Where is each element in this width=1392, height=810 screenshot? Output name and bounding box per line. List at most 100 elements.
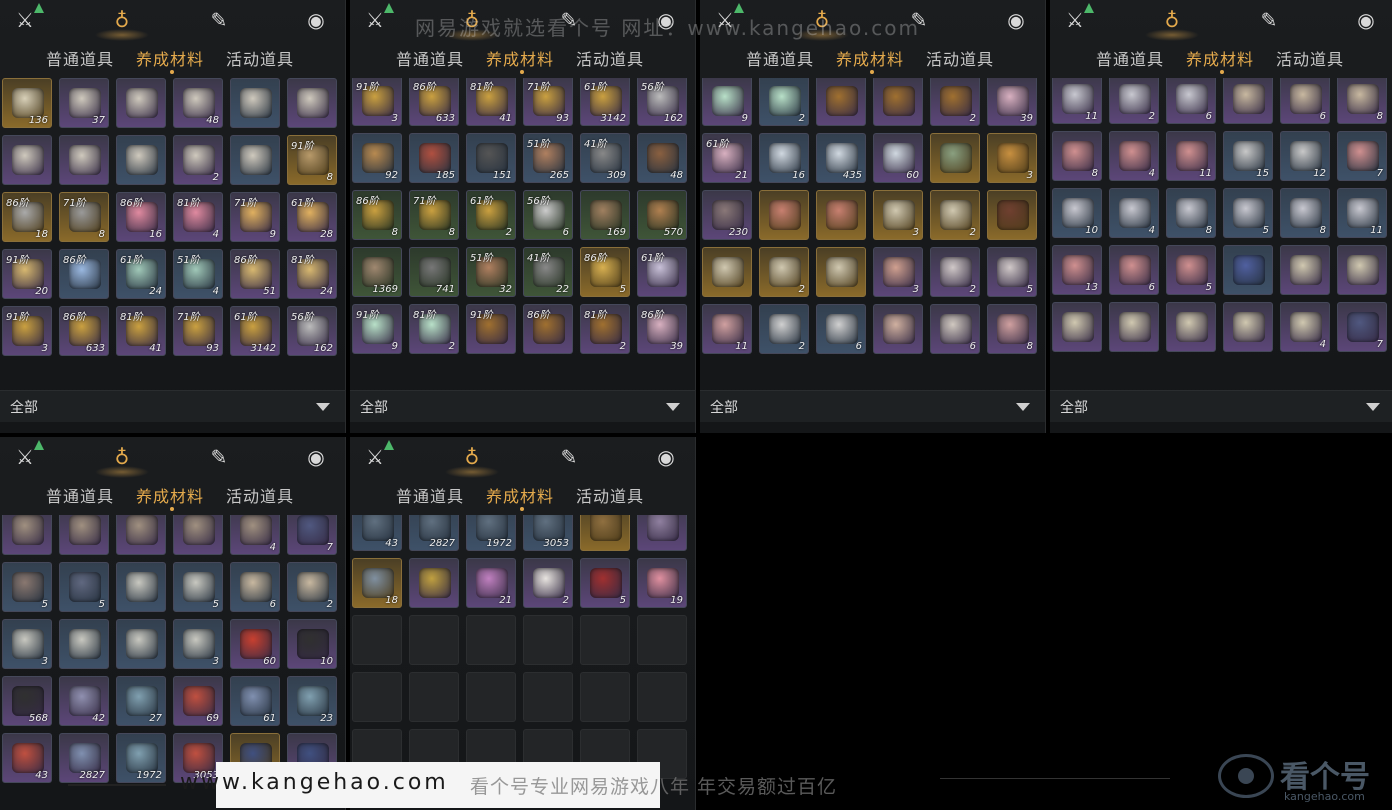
crossed-swords-icon[interactable]: ⚔ xyxy=(12,440,44,470)
item-slot[interactable] xyxy=(523,672,573,722)
tab-1[interactable]: 养成材料 xyxy=(836,46,904,74)
item-slot[interactable] xyxy=(287,78,337,128)
item-slot[interactable]: 60 xyxy=(230,619,280,669)
item-slot[interactable]: 2827 xyxy=(59,733,109,783)
item-slot[interactable]: 2 xyxy=(1109,78,1159,124)
item-slot[interactable]: 86阶 16 xyxy=(116,192,166,242)
item-slot[interactable] xyxy=(59,619,109,669)
pouch-icon[interactable]: ♁ xyxy=(795,7,849,41)
scroll-icon[interactable]: ✎ xyxy=(206,7,232,33)
item-slot[interactable]: 169 xyxy=(580,190,630,240)
item-slot[interactable]: 61阶 xyxy=(637,247,687,297)
item-slot[interactable]: 230 xyxy=(702,190,752,240)
item-slot[interactable]: 5 xyxy=(580,558,630,608)
tab-2[interactable]: 活动道具 xyxy=(576,46,644,70)
item-slot[interactable]: 3 xyxy=(987,133,1037,183)
item-slot[interactable] xyxy=(1223,78,1273,124)
item-slot[interactable]: 42 xyxy=(59,676,109,726)
item-slot[interactable]: 56阶 162 xyxy=(287,306,337,356)
item-slot[interactable]: 86阶 xyxy=(59,249,109,299)
gem-icon[interactable]: ◉ xyxy=(1353,7,1379,33)
item-slot[interactable] xyxy=(523,615,573,665)
item-slot[interactable]: 4 xyxy=(1109,188,1159,238)
item-grid-viewport[interactable]: 136 37 48 2 91阶 8 86阶 18 71阶 8 86阶 16 81阶 4 71阶 9 61阶 28 9… xyxy=(2,78,342,374)
item-slot[interactable]: 1369 xyxy=(352,247,402,297)
scroll-icon[interactable]: ✎ xyxy=(556,444,582,470)
item-slot[interactable] xyxy=(816,247,866,297)
item-slot[interactable] xyxy=(580,515,630,551)
item-slot[interactable] xyxy=(1223,302,1273,352)
item-slot[interactable]: 81阶 24 xyxy=(287,249,337,299)
gem-icon[interactable]: ◉ xyxy=(303,444,329,470)
item-slot[interactable]: 2 xyxy=(287,562,337,612)
item-slot[interactable] xyxy=(466,615,516,665)
item-slot[interactable]: 27 xyxy=(116,676,166,726)
item-slot[interactable]: 51阶 4 xyxy=(173,249,223,299)
item-slot[interactable]: 86阶 5 xyxy=(580,247,630,297)
item-slot[interactable]: 2 xyxy=(173,135,223,185)
item-slot[interactable]: 5 xyxy=(987,247,1037,297)
crossed-swords-icon[interactable]: ⚔ xyxy=(362,3,394,33)
item-slot[interactable]: 60 xyxy=(873,133,923,183)
item-slot[interactable] xyxy=(930,133,980,183)
tab-1[interactable]: 养成材料 xyxy=(136,483,204,511)
item-slot[interactable] xyxy=(637,515,687,551)
item-slot[interactable]: 15 xyxy=(1223,131,1273,181)
item-slot[interactable]: 71阶 8 xyxy=(409,190,459,240)
item-slot[interactable]: 2 xyxy=(523,558,573,608)
tab-0[interactable]: 普通道具 xyxy=(746,46,814,70)
item-slot[interactable] xyxy=(2,515,52,555)
tab-2[interactable]: 活动道具 xyxy=(926,46,994,70)
item-slot[interactable] xyxy=(1280,245,1330,295)
crossed-swords-icon[interactable]: ⚔ xyxy=(12,3,44,33)
item-slot[interactable] xyxy=(59,515,109,555)
item-slot[interactable]: 136 xyxy=(2,78,52,128)
item-slot[interactable] xyxy=(1052,302,1102,352)
item-slot[interactable]: 51阶 32 xyxy=(466,247,516,297)
item-slot[interactable]: 86阶 8 xyxy=(352,190,402,240)
item-slot[interactable] xyxy=(702,247,752,297)
item-slot[interactable]: 91阶 20 xyxy=(2,249,52,299)
tab-1[interactable]: 养成材料 xyxy=(136,46,204,74)
tab-0[interactable]: 普通道具 xyxy=(396,46,464,70)
item-slot[interactable]: 185 xyxy=(409,133,459,183)
item-slot[interactable]: 43 xyxy=(352,515,402,551)
filter-dropdown[interactable]: 全部 xyxy=(0,390,345,422)
item-slot[interactable]: 61 xyxy=(230,676,280,726)
filter-dropdown[interactable]: 全部 xyxy=(350,390,695,422)
item-slot[interactable]: 1972 xyxy=(116,733,166,783)
crossed-swords-icon[interactable]: ⚔ xyxy=(712,3,744,33)
item-slot[interactable]: 61阶 28 xyxy=(287,192,337,242)
item-slot[interactable]: 61阶 2 xyxy=(466,190,516,240)
item-slot[interactable]: 7 xyxy=(287,515,337,555)
item-slot[interactable]: 2 xyxy=(759,304,809,354)
item-slot[interactable]: 81阶 2 xyxy=(409,304,459,354)
scroll-icon[interactable]: ✎ xyxy=(206,444,232,470)
item-slot[interactable] xyxy=(230,135,280,185)
item-slot[interactable]: 6 xyxy=(1109,245,1159,295)
item-slot[interactable]: 56阶 162 xyxy=(637,78,687,126)
item-slot[interactable]: 61阶 24 xyxy=(116,249,166,299)
filter-dropdown[interactable]: 全部 xyxy=(700,390,1045,422)
item-slot[interactable] xyxy=(1109,302,1159,352)
item-slot[interactable] xyxy=(1337,245,1387,295)
item-slot[interactable]: 23 xyxy=(287,676,337,726)
item-slot[interactable]: 7 xyxy=(1337,131,1387,181)
item-slot[interactable]: 69 xyxy=(173,676,223,726)
item-slot[interactable]: 41阶 309 xyxy=(580,133,630,183)
item-slot[interactable]: 81阶 41 xyxy=(466,78,516,126)
item-slot[interactable]: 11 xyxy=(1052,78,1102,124)
item-slot[interactable]: 5 xyxy=(1166,245,1216,295)
pouch-icon[interactable]: ♁ xyxy=(95,444,149,478)
item-slot[interactable]: 48 xyxy=(173,78,223,128)
item-slot[interactable]: 8 xyxy=(987,304,1037,354)
item-slot[interactable]: 71阶 93 xyxy=(173,306,223,356)
item-grid-viewport[interactable]: 9 2 2 39 61阶 21 16 435 60 3 230 3 2 2 3 2 5 11 2 6 6 8 xyxy=(702,78,1042,374)
item-slot[interactable]: 91阶 8 xyxy=(287,135,337,185)
item-slot[interactable]: 570 xyxy=(637,190,687,240)
tab-1[interactable]: 养成材料 xyxy=(1186,46,1254,74)
item-slot[interactable]: 91阶 3 xyxy=(352,78,402,126)
item-slot[interactable]: 11 xyxy=(702,304,752,354)
item-slot[interactable]: 81阶 4 xyxy=(173,192,223,242)
item-slot[interactable]: 8 xyxy=(1337,78,1387,124)
